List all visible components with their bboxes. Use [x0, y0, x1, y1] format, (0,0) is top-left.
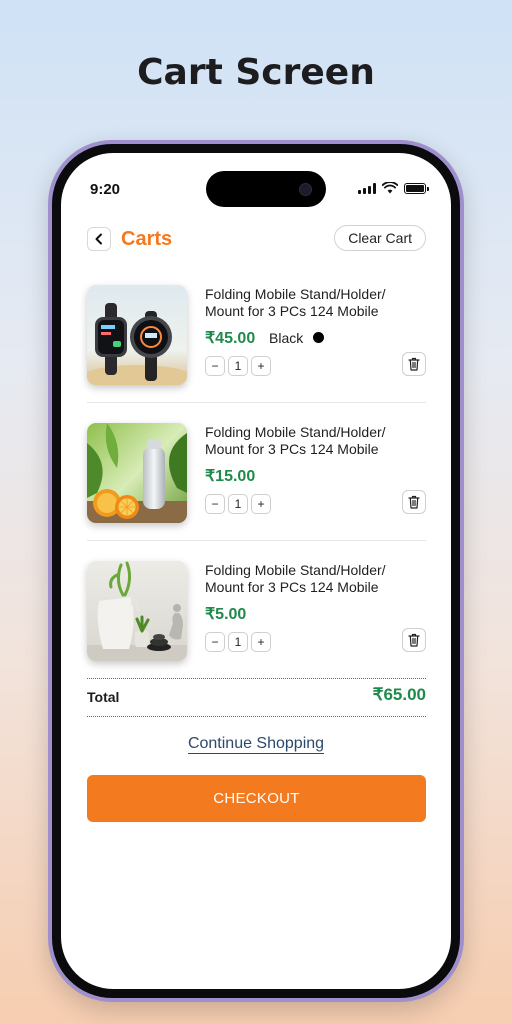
delete-item-button[interactable]	[402, 628, 426, 652]
continue-shopping-link[interactable]: Continue Shopping	[187, 735, 325, 754]
decrement-button[interactable]: −	[205, 356, 225, 376]
phone-bezel: 9:20 Carts Clear Cart Folding Mobile Sta…	[52, 144, 460, 998]
trash-icon	[408, 357, 420, 371]
item-name: Folding Mobile Stand/Holder/ Mount for 3…	[205, 286, 386, 319]
item-divider	[87, 540, 426, 541]
item-price: ₹5.00	[205, 606, 247, 623]
dynamic-island	[206, 171, 326, 207]
battery-icon	[404, 182, 429, 194]
continue-shopping-link-wrapper: Continue Shopping	[61, 735, 451, 754]
back-button[interactable]	[87, 227, 111, 251]
product-image-smartwatches[interactable]	[87, 285, 187, 385]
status-time: 9:20	[90, 181, 121, 198]
signal-icon	[358, 182, 376, 194]
item-name: Folding Mobile Stand/Holder/ Mount for 3…	[205, 562, 386, 595]
total-label: Total	[87, 689, 120, 705]
status-icons	[358, 182, 429, 194]
trash-icon	[408, 495, 420, 509]
decrement-button[interactable]: −	[205, 494, 225, 514]
cart-header: Carts Clear Cart	[87, 225, 426, 253]
total-divider-top	[87, 678, 426, 679]
delete-item-button[interactable]	[402, 352, 426, 376]
quantity-value: 1	[228, 494, 248, 514]
item-name: Folding Mobile Stand/Holder/ Mount for 3…	[205, 424, 386, 457]
quantity-value: 1	[228, 632, 248, 652]
increment-button[interactable]: +	[251, 356, 271, 376]
quantity-value: 1	[228, 356, 248, 376]
delete-item-button[interactable]	[402, 490, 426, 514]
phone-frame: 9:20 Carts Clear Cart Folding Mobile Sta…	[48, 140, 464, 1002]
cart-item: Folding Mobile Stand/Holder/ Mount for 3…	[87, 561, 426, 691]
cart-item: Folding Mobile Stand/Holder/ Mount for 3…	[87, 285, 426, 415]
quantity-stepper: − 1 +	[205, 632, 271, 652]
trash-icon	[408, 633, 420, 647]
total-value: ₹65.00	[372, 685, 426, 704]
hero-title: Cart Screen	[137, 52, 375, 93]
page-title: Carts	[121, 228, 173, 250]
item-price: ₹45.00	[205, 330, 256, 347]
checkout-button[interactable]: CHECKOUT	[87, 775, 426, 822]
chevron-left-icon	[95, 233, 102, 245]
product-image-bottle[interactable]	[87, 423, 187, 523]
quantity-stepper: − 1 +	[205, 356, 271, 376]
decrement-button[interactable]: −	[205, 632, 225, 652]
clear-cart-button[interactable]: Clear Cart	[334, 225, 426, 251]
product-image-vase[interactable]	[87, 561, 187, 661]
total-divider-bottom	[87, 716, 426, 717]
color-swatch	[313, 332, 324, 343]
increment-button[interactable]: +	[251, 632, 271, 652]
item-divider	[87, 402, 426, 403]
phone-screen: 9:20 Carts Clear Cart Folding Mobile Sta…	[61, 153, 451, 989]
cart-item: Folding Mobile Stand/Holder/ Mount for 3…	[87, 423, 426, 553]
wifi-icon	[382, 182, 398, 194]
camera-icon	[299, 183, 312, 196]
increment-button[interactable]: +	[251, 494, 271, 514]
quantity-stepper: − 1 +	[205, 494, 271, 514]
item-color-label: Black	[269, 330, 304, 346]
item-price: ₹15.00	[205, 468, 256, 485]
